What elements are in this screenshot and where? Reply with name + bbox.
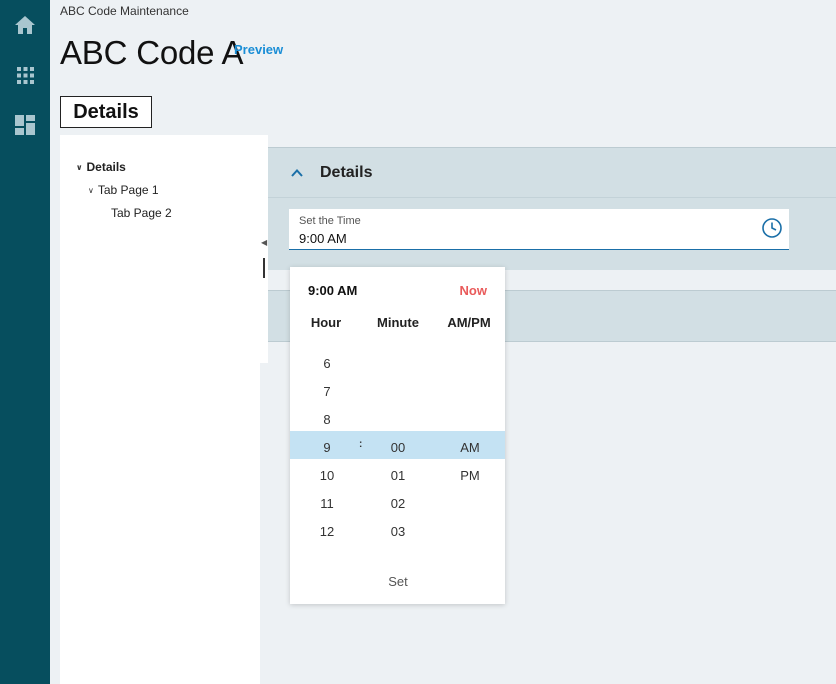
panel-splitter[interactable]: [263, 258, 265, 278]
home-icon[interactable]: [14, 14, 36, 36]
tab-details[interactable]: Details: [60, 96, 152, 128]
time-picker-popup: 9:00 AM Now Hour Minute AM/PM 6 7 8 9 10…: [290, 267, 505, 604]
tree-item-details[interactable]: ∨ Details: [76, 160, 126, 174]
chevron-up-icon: [291, 168, 303, 177]
hour-column-header: Hour: [310, 315, 342, 330]
minute-option-selected[interactable]: 00: [378, 440, 418, 455]
ampm-option[interactable]: PM: [450, 468, 490, 483]
ampm-column-header: AM/PM: [447, 315, 491, 330]
dashboard-icon[interactable]: [14, 114, 36, 136]
side-rail: [0, 0, 50, 684]
hour-option-selected[interactable]: 9: [307, 440, 347, 455]
chevron-down-icon: ∨: [76, 162, 83, 172]
time-input[interactable]: [299, 231, 739, 246]
tree-item-label: Tab Page 1: [97, 183, 159, 197]
minute-column-header: Minute: [377, 315, 419, 330]
tree-panel-edge: [260, 135, 268, 363]
tree-item-label: Tab Page 2: [111, 206, 172, 220]
details-section-header[interactable]: Details: [268, 147, 836, 197]
hour-option[interactable]: 11: [307, 496, 347, 511]
time-separator: :: [359, 439, 363, 450]
chevron-down-icon: ∨: [88, 185, 94, 195]
hour-option[interactable]: 6: [307, 356, 347, 371]
tree-item-label: Details: [86, 160, 126, 174]
picker-current-time: 9:00 AM: [308, 283, 358, 298]
set-button[interactable]: Set: [378, 574, 418, 589]
preview-link[interactable]: Preview: [234, 42, 283, 57]
hour-option[interactable]: 12: [307, 524, 347, 539]
minute-option[interactable]: 02: [378, 496, 418, 511]
section-title: Details: [320, 163, 373, 181]
page-title: ABC Code A: [60, 34, 244, 71]
time-field-label: Set the Time: [299, 215, 361, 227]
collapse-panel-icon[interactable]: ◀: [261, 238, 267, 247]
hour-option[interactable]: 8: [307, 412, 347, 427]
tree-item-tab-page-1[interactable]: ∨ Tab Page 1: [88, 183, 159, 197]
hour-option[interactable]: 7: [307, 384, 347, 399]
apps-grid-icon[interactable]: [14, 64, 36, 86]
ampm-option-selected[interactable]: AM: [450, 440, 490, 455]
now-button[interactable]: Now: [460, 283, 487, 298]
time-field[interactable]: Set the Time: [289, 209, 789, 250]
tree-item-tab-page-2[interactable]: Tab Page 2: [111, 206, 172, 220]
clock-icon[interactable]: [761, 217, 783, 239]
minute-option[interactable]: 01: [378, 468, 418, 483]
breadcrumb: ABC Code Maintenance: [60, 4, 189, 18]
minute-option[interactable]: 03: [378, 524, 418, 539]
hour-option[interactable]: 10: [307, 468, 347, 483]
